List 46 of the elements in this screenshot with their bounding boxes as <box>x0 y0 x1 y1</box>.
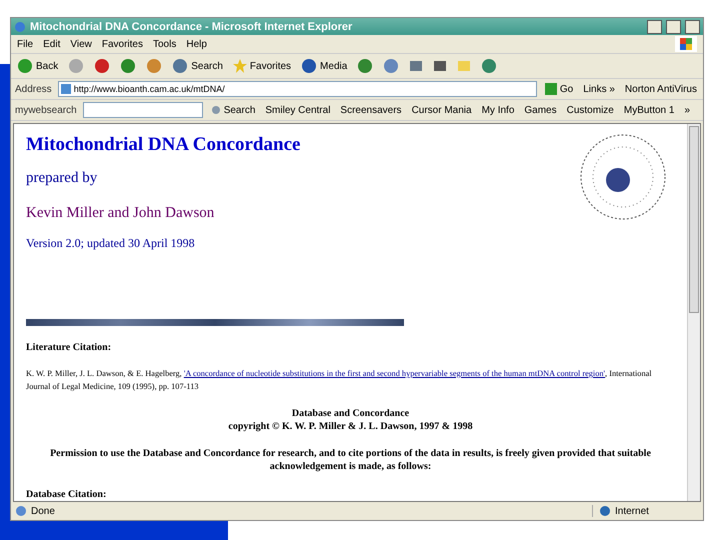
address-label: Address <box>15 84 52 94</box>
page-title: Mitochondrial DNA Concordance <box>26 134 302 156</box>
menu-item[interactable]: File <box>17 38 34 50</box>
toolbar-link[interactable]: Games <box>522 104 559 116</box>
menu-item[interactable]: Tools <box>152 38 176 50</box>
menu-item[interactable]: View <box>70 38 92 50</box>
section-heading: Literature Citation: <box>26 342 112 353</box>
star-icon <box>232 59 247 73</box>
zone-text: Internet <box>615 506 649 516</box>
database-title: Database and Concordance <box>290 407 410 420</box>
toolbar-link[interactable]: Cursor Mania <box>410 104 474 116</box>
toolbar-button[interactable]: Media <box>299 58 350 74</box>
search-button[interactable]: Search <box>208 104 258 116</box>
flag-icon <box>680 38 692 50</box>
maximize-button[interactable] <box>666 20 681 34</box>
section-heading: Database Citation: <box>26 489 108 500</box>
toolbar-link[interactable]: Smiley Central <box>263 104 332 116</box>
authors: Kevin Miller and John Dawson <box>26 205 216 222</box>
version-text: Version 2.0; updated 30 April 1998 <box>26 236 196 251</box>
toolbar-link[interactable]: MyButton 1 <box>622 104 676 116</box>
toolbar-button[interactable]: Favorites <box>230 59 294 73</box>
antivirus-button[interactable]: Norton AntiVirus <box>622 84 699 94</box>
menu-item[interactable]: Help <box>186 38 207 50</box>
search-brand: mywebsearch <box>15 104 77 116</box>
toolbar-link[interactable]: My Info <box>480 104 516 116</box>
go-button[interactable]: Go <box>542 83 576 95</box>
toolbar-link[interactable]: Customize <box>564 104 616 116</box>
scrollbar[interactable] <box>687 124 700 501</box>
prepared-by: prepared by <box>26 170 98 187</box>
menu-item[interactable]: Favorites <box>102 38 143 50</box>
permission-text: Permission to use the Database and Concordance for research, and to cite portions of the data in results, is freely given provided that suitable acknowledgement is made, as follows: <box>49 447 652 473</box>
address-field[interactable]: http://www.bioanth.cam.ac.uk/mtDNA/ <box>58 81 537 97</box>
search-field[interactable] <box>82 102 203 118</box>
citation-text: K. W. P. Miller, J. L. Dawson, & E. Hagelberg, 'A concordance of nucleotide substitutions in the first and second hypervariable segments of the human mtDNA control region', International Journal of Legal Medicine, 109 (1995), pp. 107-113 <box>26 368 653 393</box>
toolbar-button[interactable]: Back <box>15 58 60 74</box>
menu-item[interactable]: Edit <box>43 38 60 50</box>
citation-link[interactable]: 'A concordance of nucleotide substitutions in the first and second hypervariable segments of the human mtDNA control region' <box>184 369 606 378</box>
links-button[interactable]: Links » <box>581 84 617 94</box>
status-text: Done <box>31 506 55 516</box>
close-button[interactable] <box>685 20 700 34</box>
copyright-text: copyright © K. W. P. Miller & J. L. Dawson, 1997 & 1998 <box>227 420 474 433</box>
minimize-button[interactable] <box>647 20 662 34</box>
window-title: Mitochondrial DNA Concordance - Microsoft Internet Explorer <box>30 20 354 32</box>
more-button[interactable]: » <box>682 104 692 116</box>
toolbar-link[interactable]: Screensavers <box>338 104 404 116</box>
toolbar-button[interactable]: Search <box>170 58 225 74</box>
